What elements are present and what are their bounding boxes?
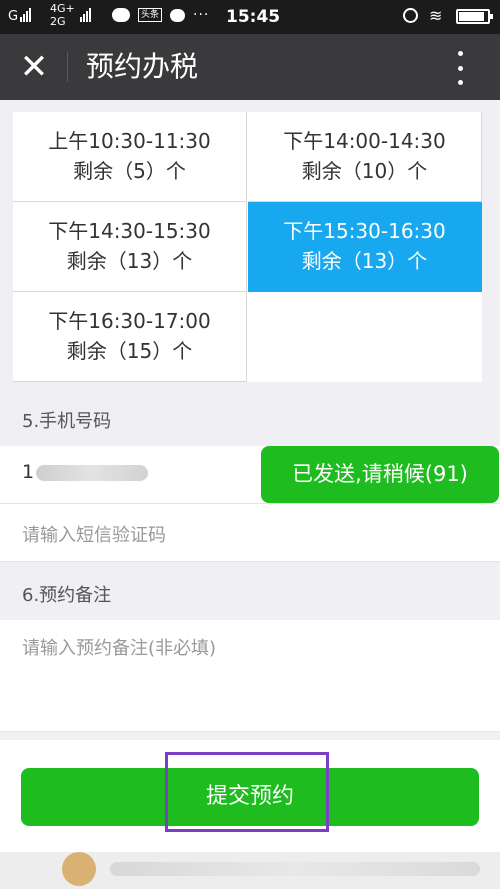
- wechat-icon: [112, 8, 130, 22]
- time-slot-grid: 上午10:30-11:30 剩余（5）个 下午14:00-14:30 剩余（10…: [13, 112, 482, 382]
- news-badge-icon: 头条: [138, 8, 163, 22]
- time-slot[interactable]: 下午16:30-17:00 剩余（15）个: [13, 292, 247, 382]
- more-notifications-icon: ···: [193, 7, 210, 23]
- sms-code-row: 请输入短信验证码: [0, 504, 500, 562]
- title-bar: ✕ 预约办税: [0, 34, 500, 100]
- clock: 15:45: [226, 7, 281, 27]
- phone-section-label: 5.手机号码: [0, 392, 500, 446]
- slot-time: 下午14:00-14:30: [283, 129, 446, 153]
- network-bottom: 2G: [50, 15, 66, 28]
- note-row: 请输入预约备注(非必填): [0, 620, 500, 732]
- time-slot[interactable]: 上午10:30-11:30 剩余（5）个: [13, 112, 247, 202]
- slot-remaining: 剩余（15）个: [66, 339, 193, 363]
- send-code-button[interactable]: 已发送,请稍候(91): [261, 446, 499, 503]
- network-top: 4G+: [50, 2, 75, 15]
- avatar: [62, 852, 96, 886]
- blurred-phone-number: [36, 464, 149, 481]
- signal-label: G: [8, 9, 19, 24]
- wifi-icon: ≋: [429, 6, 443, 25]
- alarm-icon: [403, 8, 418, 23]
- slot-remaining: 剩余（13）个: [66, 249, 193, 273]
- sms-code-input[interactable]: 请输入短信验证码: [22, 521, 166, 547]
- network-type: 4G+ 2G: [50, 2, 75, 28]
- highlight-box: [165, 752, 329, 832]
- time-slot-selected[interactable]: 下午15:30-16:30 剩余（13）个: [248, 202, 482, 292]
- slot-remaining: 剩余（13）个: [301, 249, 428, 273]
- note-textarea[interactable]: 请输入预约备注(非必填): [22, 634, 216, 660]
- slot-time: 下午14:30-15:30: [48, 219, 211, 243]
- battery-icon: [456, 9, 493, 24]
- slot-remaining: 剩余（5）个: [73, 159, 186, 183]
- close-icon[interactable]: ✕: [18, 48, 50, 86]
- blurred-footer-text: [110, 862, 480, 876]
- notification-icons: 头条 ···: [112, 8, 209, 22]
- slot-time: 下午16:30-17:00: [48, 309, 211, 333]
- signal-bars-2-icon: [80, 8, 91, 22]
- battery-fill: [459, 12, 485, 21]
- note-section-label: 6.预约备注: [0, 566, 500, 620]
- more-menu-icon[interactable]: [448, 51, 472, 85]
- slot-remaining: 剩余（10）个: [301, 159, 428, 183]
- message-bubble-icon: [170, 8, 186, 22]
- time-slot[interactable]: 下午14:00-14:30 剩余（10）个: [248, 112, 482, 202]
- slot-time: 上午10:30-11:30: [48, 129, 211, 153]
- time-slot[interactable]: 下午14:30-15:30 剩余（13）个: [13, 202, 247, 292]
- title-divider: [67, 52, 68, 82]
- phone-field[interactable]: 1: [22, 461, 149, 483]
- slot-time: 下午15:30-16:30: [283, 219, 446, 243]
- page-title: 预约办税: [86, 50, 199, 83]
- signal-bars-icon: [20, 8, 31, 22]
- status-bar: G 4G+ 2G 头条 ··· 15:45 ≋: [0, 0, 500, 34]
- phone-prefix: 1: [22, 461, 35, 483]
